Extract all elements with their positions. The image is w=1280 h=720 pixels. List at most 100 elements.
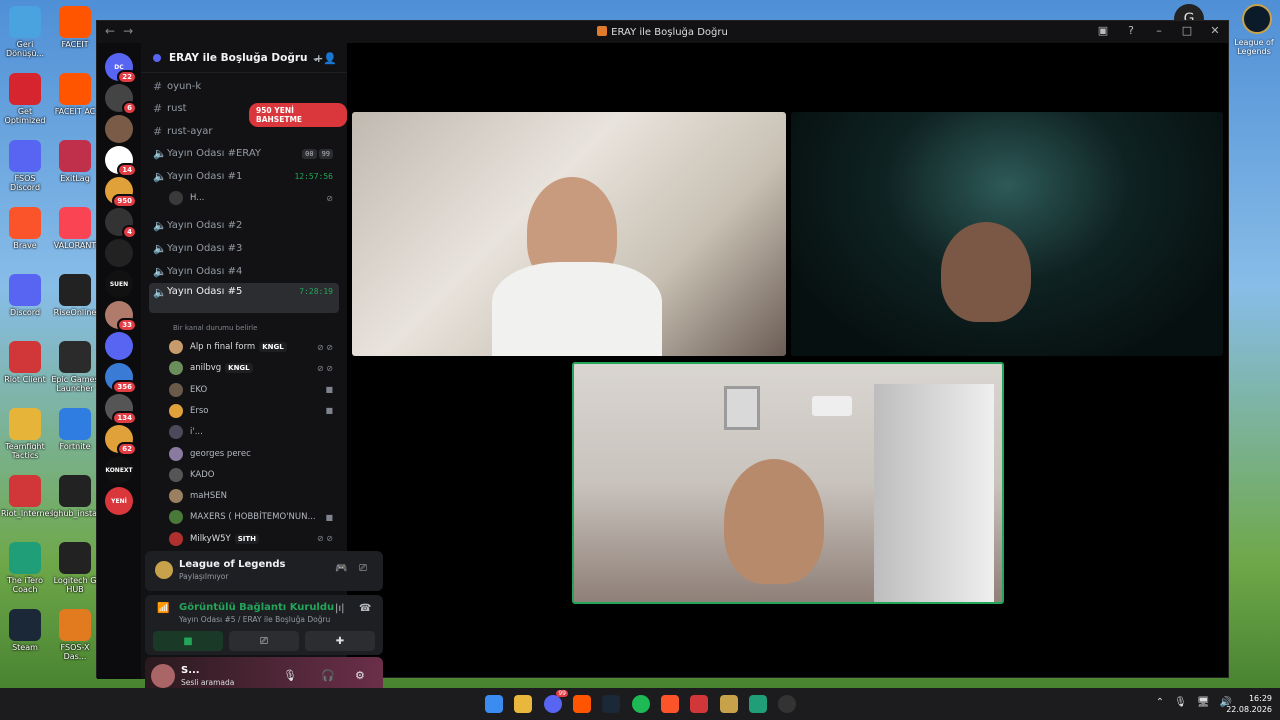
desktop-shortcut[interactable]: RiseOnline <box>51 274 99 317</box>
league-of-legends-desktop-icon[interactable] <box>1242 4 1272 34</box>
desktop-shortcut[interactable]: FSOS-X Das... <box>51 609 99 661</box>
channel-yayin-4[interactable]: 🔈 Yayın Odası #4 <box>149 261 339 281</box>
server-icon[interactable]: 6 <box>105 84 137 115</box>
riot-client-icon[interactable] <box>690 695 708 713</box>
tool-icon[interactable] <box>778 695 796 713</box>
steam-icon[interactable] <box>602 695 620 713</box>
voice-user[interactable]: i'... <box>169 422 337 442</box>
chevron-up-icon[interactable]: ⌃ <box>1156 697 1164 708</box>
channel-oyun[interactable]: # oyun-k <box>149 76 339 96</box>
desktop-shortcut[interactable]: Get Optimized <box>1 73 49 125</box>
channel-rust-ayar[interactable]: # rust-ayar <box>149 121 339 141</box>
voice-user[interactable]: MilkyW5Y SITH ⊘ ⊘ <box>169 529 337 549</box>
channel-yayin-5[interactable]: 🔈 Yayın Odası #5 7:28:19 <box>149 283 339 313</box>
desktop-shortcut[interactable]: Riot_Internes <box>1 475 54 518</box>
league-of-legends-taskbar-icon[interactable] <box>720 695 738 713</box>
spotify-icon[interactable] <box>632 695 650 713</box>
voice-user[interactable]: EKO ■ <box>169 380 337 400</box>
server-icon[interactable] <box>105 239 133 267</box>
screen-share-icon[interactable]: ⎚ <box>359 563 367 574</box>
activities-button[interactable]: ✚ <box>305 631 375 651</box>
help-icon[interactable]: ? <box>1124 24 1138 37</box>
voice-user[interactable]: maHSEN <box>169 486 337 506</box>
gamepad-icon[interactable]: 🎮 <box>335 563 347 574</box>
desktop-shortcut-label: The iTero Coach <box>6 576 44 594</box>
headphones-icon[interactable]: 🎧 <box>321 669 335 682</box>
voice-user[interactable]: KADO <box>169 465 337 485</box>
video-tile-speaking[interactable] <box>572 362 1004 604</box>
disconnect-icon[interactable]: ☎ <box>359 603 371 614</box>
desktop-shortcut[interactable]: Teamfight Tactics <box>1 408 49 460</box>
video-participant <box>941 222 1031 322</box>
add-member-icon[interactable]: +👤 <box>314 52 337 65</box>
close-button[interactable]: ✕ <box>1208 24 1222 37</box>
server-icon[interactable]: 134 <box>105 394 137 425</box>
server-icon[interactable] <box>105 332 133 360</box>
maximize-button[interactable]: □ <box>1180 24 1194 37</box>
voice-user[interactable]: anilbvg KNGL ⊘ ⊘ <box>169 358 337 378</box>
clock[interactable]: 16:29 22.08.2026 <box>1226 693 1272 715</box>
channel-status-hint[interactable]: Bir kanal durumu belirle <box>173 324 257 332</box>
faceit-icon[interactable] <box>573 695 591 713</box>
channel-yayin-2[interactable]: 🔈 Yayın Odası #2 <box>149 215 339 235</box>
brave-icon[interactable] <box>661 695 679 713</box>
voice-status[interactable]: Görüntülü Bağlantı Kuruldu <box>179 602 334 613</box>
server-icon[interactable]: YENİ <box>105 487 133 515</box>
avatar[interactable] <box>151 664 175 688</box>
voice-channel-path[interactable]: Yayın Odası #5 / ERAY ile Boşluğa Doğru <box>179 615 330 624</box>
server-icon[interactable] <box>105 115 133 143</box>
voice-user[interactable]: MAXERS ( HOBBİTEMO'NUN... ■ <box>169 507 337 527</box>
video-tile[interactable] <box>352 112 786 356</box>
server-icon[interactable]: 62 <box>105 425 137 456</box>
voice-user[interactable]: Erso ■ <box>169 401 337 421</box>
desktop-shortcut[interactable]: FSOS Discord <box>1 140 49 192</box>
desktop-shortcut[interactable]: Riot Client <box>1 341 49 384</box>
camera-button[interactable]: ■ <box>153 631 223 651</box>
server-icon[interactable]: KONEXT <box>105 456 133 484</box>
voice-user[interactable]: Alp n final form KNGL ⊘ ⊘ <box>169 337 337 357</box>
desktop-shortcut[interactable]: FACEIT <box>51 6 99 49</box>
server-icon[interactable]: SUEN <box>105 270 133 298</box>
desktop-shortcut[interactable]: Epic Games Launcher <box>51 341 99 393</box>
channel-rust[interactable]: # rust <box>149 98 339 118</box>
desktop-shortcut[interactable]: lghub_instal... <box>51 475 107 518</box>
voice-activity-icon[interactable]: |ı| <box>335 603 345 614</box>
server-icon[interactable]: 4 <box>105 208 137 239</box>
server-icon[interactable]: DC 22 <box>105 53 137 84</box>
server-icon[interactable]: 33 <box>105 301 137 332</box>
channel-yayin-3[interactable]: 🔈 Yayın Odası #3 <box>149 238 339 258</box>
desktop-shortcut[interactable]: Logitech G HUB <box>51 542 99 594</box>
window-title: ERAY ile Boşluğa Doğru <box>97 26 1228 38</box>
server-icon[interactable]: 950 <box>105 177 137 208</box>
minimize-button[interactable]: – <box>1152 24 1166 37</box>
share-screen-button[interactable]: ⎚ <box>229 631 299 651</box>
desktop-shortcut[interactable]: VALORANT <box>51 207 99 250</box>
server-icon[interactable]: 356 <box>105 363 137 394</box>
microphone-tray-icon[interactable]: 🎙 <box>1174 697 1187 708</box>
avatar <box>169 510 183 525</box>
microphone-icon[interactable]: 🎙 <box>283 669 297 682</box>
start-icon[interactable] <box>485 695 503 713</box>
settings-gear-icon[interactable]: ⚙ <box>355 669 365 682</box>
server-header[interactable]: ERAY ile Boşluğa Doğru ⌄ +👤 <box>141 43 347 73</box>
desktop-shortcut[interactable]: Steam <box>1 609 49 652</box>
server-icon[interactable]: 14 <box>105 146 137 177</box>
desktop-shortcut[interactable]: The iTero Coach <box>1 542 49 594</box>
itero-icon[interactable] <box>749 695 767 713</box>
username[interactable]: S... <box>181 665 200 676</box>
desktop-shortcut[interactable]: Geri Dönüşü... <box>1 6 49 58</box>
channel-yayin-1[interactable]: 🔈 Yayın Odası #1 12:57:56 <box>149 166 339 186</box>
file-explorer-icon[interactable] <box>514 695 532 713</box>
network-icon[interactable]: 🖥 <box>1197 697 1210 708</box>
voice-user[interactable]: georges perec <box>169 444 337 464</box>
desktop-shortcut[interactable]: FACEIT AC <box>51 73 99 116</box>
discord-icon[interactable]: 99 <box>544 690 568 713</box>
desktop-shortcut[interactable]: ExitLag <box>51 140 99 183</box>
desktop-shortcut[interactable]: Fortnite <box>51 408 99 451</box>
inbox-icon[interactable]: ▣ <box>1096 24 1110 37</box>
desktop-shortcut[interactable]: Brave <box>1 207 49 250</box>
voice-user[interactable]: H... ⊘ <box>169 188 337 208</box>
desktop-shortcut[interactable]: Discord <box>1 274 49 317</box>
channel-yayin-eray[interactable]: 🔈 Yayın Odası #ERAY 00 99 <box>149 143 339 163</box>
video-tile[interactable] <box>791 112 1223 356</box>
